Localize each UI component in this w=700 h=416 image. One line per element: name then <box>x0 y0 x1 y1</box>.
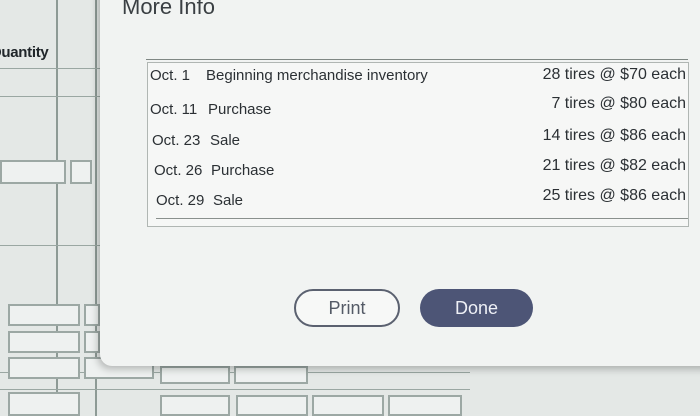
screen: Quantity More Info Oct. 1 Beginning merc… <box>0 0 700 416</box>
worksheet-cell[interactable] <box>84 304 100 326</box>
grid-line <box>0 245 100 246</box>
row-quantity: 28 tires @ $70 each <box>542 66 686 83</box>
done-button[interactable]: Done <box>420 289 533 327</box>
grid-line <box>0 68 100 69</box>
row-date: Oct. 26 <box>154 162 203 179</box>
row-description: Purchase <box>211 162 275 179</box>
row-description: Purchase <box>208 101 272 118</box>
worksheet-cell[interactable] <box>388 395 462 416</box>
table-bottom-rule <box>156 218 688 219</box>
worksheet-cell[interactable] <box>84 331 100 353</box>
table-row: Oct. 26 Purchase 21 tires @ $82 each <box>148 157 688 188</box>
table-row: Oct. 11 Purchase 7 tires @ $80 each <box>148 95 688 127</box>
worksheet-cell[interactable] <box>8 331 80 353</box>
inventory-info-table: Oct. 1 Beginning merchandise inventory 2… <box>146 59 689 227</box>
row-date: Oct. 1 <box>150 67 191 84</box>
grid-line <box>0 96 100 97</box>
worksheet-cell[interactable] <box>70 160 92 184</box>
worksheet-cell[interactable] <box>234 366 308 384</box>
table-row: Oct. 1 Beginning merchandise inventory 2… <box>148 66 688 93</box>
worksheet-cell[interactable] <box>160 366 230 384</box>
row-date: Oct. 23 <box>152 132 201 149</box>
row-description: Beginning merchandise inventory <box>206 67 428 84</box>
worksheet-cell[interactable] <box>8 357 80 379</box>
row-date: Oct. 29 <box>156 192 205 209</box>
table-row: Oct. 29 Sale 25 tires @ $86 each <box>148 187 688 218</box>
row-quantity: 14 tires @ $86 each <box>542 127 686 144</box>
row-quantity: 21 tires @ $82 each <box>542 157 686 174</box>
grid-line <box>0 389 470 390</box>
row-quantity: 7 tires @ $80 each <box>551 95 686 112</box>
grid-line <box>95 0 97 416</box>
worksheet-cell[interactable] <box>8 304 80 326</box>
grid-line <box>56 0 58 416</box>
dialog-title: More Info <box>122 0 215 19</box>
worksheet-cell[interactable] <box>160 395 230 416</box>
row-description: Sale <box>210 132 241 149</box>
print-button[interactable]: Print <box>294 289 400 327</box>
row-date: Oct. 11 <box>150 101 198 118</box>
table-top-rule <box>146 59 688 60</box>
row-description: Sale <box>213 192 244 209</box>
table-row: Oct. 23 Sale 14 tires @ $86 each <box>148 127 688 158</box>
row-quantity: 25 tires @ $86 each <box>542 187 686 204</box>
worksheet-cell[interactable] <box>236 395 308 416</box>
quantity-column-header: Quantity <box>0 44 49 61</box>
worksheet-cell[interactable] <box>8 392 80 416</box>
worksheet-cell[interactable] <box>312 395 384 416</box>
worksheet-cell[interactable] <box>0 160 66 184</box>
